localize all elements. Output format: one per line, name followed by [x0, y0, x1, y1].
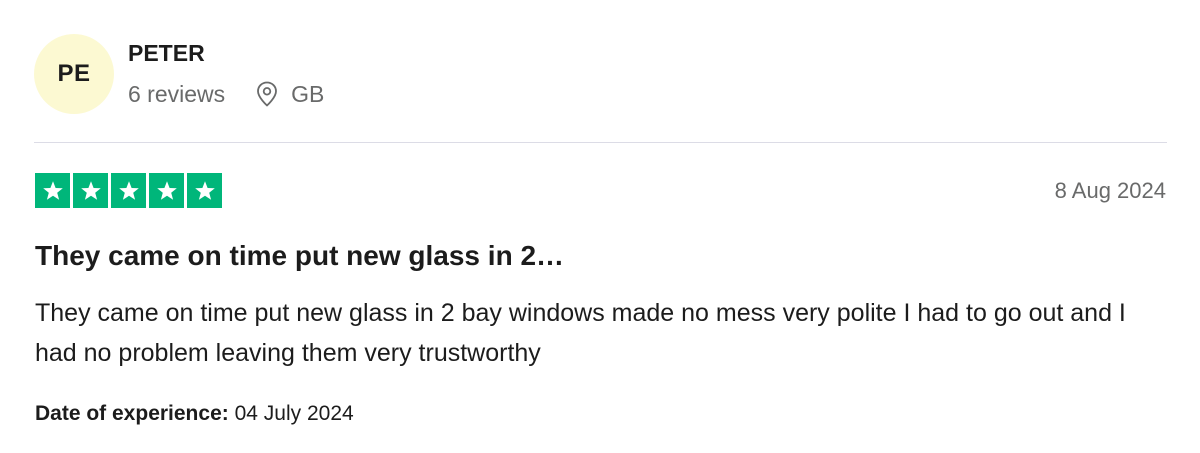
avatar[interactable]: PE	[34, 34, 114, 114]
experience-label: Date of experience:	[35, 402, 229, 425]
experience-date: 04 July 2024	[234, 402, 354, 425]
review-card: PE PETER 6 reviews GB 8 Aug 2024 They ca…	[34, 0, 1167, 453]
star-icon	[111, 173, 146, 208]
divider	[34, 142, 1167, 143]
star-icon	[149, 173, 184, 208]
reviews-count: 6 reviews	[128, 80, 226, 107]
reviewer-header: PE PETER 6 reviews GB	[34, 34, 1167, 114]
reviewer-meta: 6 reviews GB	[128, 80, 324, 108]
star-icon	[35, 173, 70, 208]
date-of-experience: Date of experience: 04 July 2024	[35, 402, 354, 426]
reviewer-country: GB	[291, 80, 325, 107]
reviewer-name[interactable]: PETER	[128, 40, 205, 67]
review-body: They came on time put new glass in 2 bay…	[35, 299, 1126, 367]
star-icon	[187, 173, 222, 208]
star-icon	[73, 173, 108, 208]
location-pin-icon	[255, 80, 279, 108]
star-rating	[35, 173, 222, 208]
review-title[interactable]: They came on time put new glass in 2…	[35, 240, 564, 272]
review-date: 8 Aug 2024	[1054, 178, 1166, 203]
avatar-initials: PE	[57, 60, 91, 87]
